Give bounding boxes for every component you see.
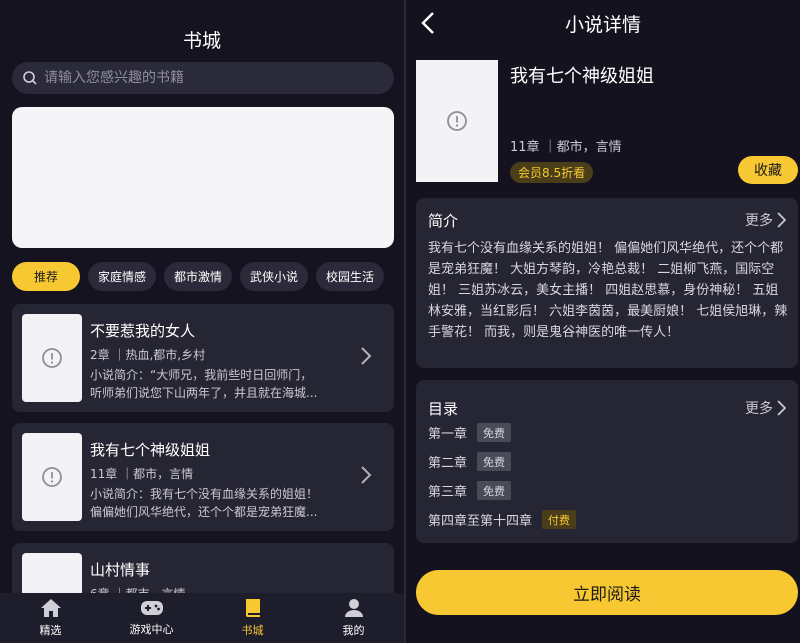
gamepad-icon xyxy=(140,601,163,615)
image-placeholder-icon xyxy=(42,348,62,368)
book-title: 我有七个神级姐姐 xyxy=(510,66,654,87)
tab-label: 游戏中心 xyxy=(129,623,174,636)
read-now-button[interactable]: 立即阅读 xyxy=(416,570,798,615)
chevron-right-icon xyxy=(361,466,372,484)
tab-mine[interactable]: 我的 xyxy=(303,593,404,643)
category-chip-campus[interactable]: 校园生活 xyxy=(316,262,384,291)
toc-more-link[interactable]: 更多 xyxy=(745,398,786,418)
intro-text: 我有七个没有血缘关系的姐姐！ 偏偏她们风华绝代，还个个都是宠弟狂魔！ 大姐方琴韵… xyxy=(428,241,788,340)
category-chip-urban[interactable]: 都市激情 xyxy=(164,262,232,291)
intro-more-link[interactable]: 更多 xyxy=(745,210,786,230)
page-title: 小说详情 xyxy=(564,14,641,36)
tab-featured[interactable]: 精选 xyxy=(0,593,101,643)
book-title: 不要惹我的女人 xyxy=(90,322,196,340)
book-detail-screen: 小说详情 我有七个神级姐姐 11章 ｜都市，言情 会员8.5折看 收藏 简介 更… xyxy=(406,0,800,643)
free-tag: 免费 xyxy=(477,481,512,500)
chevron-right-icon xyxy=(777,400,786,416)
tab-label: 我的 xyxy=(342,624,365,637)
book-description: 小说简介：我有七个没有血缘关系的姐姐！偏偏她们风华绝代，还个个都是宠弟狂魔... xyxy=(90,487,319,519)
book-meta: 11章 ｜都市，言情 xyxy=(510,140,622,155)
more-label: 更多 xyxy=(745,401,773,417)
free-tag: 免费 xyxy=(477,452,512,471)
book-cover xyxy=(22,314,82,402)
intro-card: 简介 更多 我有七个没有血缘关系的姐姐！ 偏偏她们风华绝代，还个个都是宠弟狂魔！… xyxy=(416,198,798,368)
intro-header: 简介 xyxy=(428,212,459,230)
book-description: 小说简介：“大师兄，我前些时日回师门，听师弟们说您下山两年了，并且就在海城... xyxy=(90,368,318,400)
image-placeholder-icon xyxy=(447,111,467,131)
tab-bookstore[interactable]: 书城 xyxy=(202,593,303,643)
search-input[interactable] xyxy=(44,70,364,86)
paid-tag: 付费 xyxy=(542,510,577,529)
book-cover xyxy=(22,433,82,521)
chapter-name: 第四章至第十四章 xyxy=(428,514,533,529)
category-chip-recommend[interactable]: 推荐 xyxy=(12,262,80,291)
user-icon xyxy=(344,599,363,617)
chapter-item[interactable]: 第一章 免费 xyxy=(428,423,512,442)
bottom-tab-bar: 精选 游戏中心 书城 我的 xyxy=(0,593,404,643)
book-meta: 11章 ｜都市，言情 xyxy=(90,467,194,481)
chevron-right-icon xyxy=(777,212,786,228)
category-chips: 推荐 家庭情感 都市激情 武侠小说 校园生活 xyxy=(12,262,384,291)
image-placeholder-icon xyxy=(42,467,62,487)
category-chip-family[interactable]: 家庭情感 xyxy=(88,262,156,291)
book-title: 我有七个神级姐姐 xyxy=(90,441,211,459)
banner-image[interactable] xyxy=(12,107,394,248)
book-cover xyxy=(416,60,498,182)
more-label: 更多 xyxy=(745,213,773,229)
home-icon xyxy=(40,599,61,617)
book-card[interactable]: 我有七个神级姐姐 11章 ｜都市，言情 小说简介：我有七个没有血缘关系的姐姐！偏… xyxy=(12,423,394,531)
search-bar[interactable] xyxy=(12,62,394,94)
chapter-name: 第三章 xyxy=(428,485,468,500)
chevron-right-icon xyxy=(361,347,372,365)
vip-discount-badge: 会员8.5折看 xyxy=(510,162,594,183)
toc-card: 目录 更多 第一章 免费 第二章 免费 第三章 免费 第四章至第十四章 付费 xyxy=(416,380,798,543)
book-icon xyxy=(245,599,260,617)
chapter-name: 第二章 xyxy=(428,456,468,471)
chapter-item[interactable]: 第四章至第十四章 付费 xyxy=(428,510,577,529)
free-tag: 免费 xyxy=(477,423,512,442)
toc-header: 目录 xyxy=(428,400,459,418)
chapter-name: 第一章 xyxy=(428,427,468,442)
chapter-item[interactable]: 第二章 免费 xyxy=(428,452,512,471)
tab-label: 精选 xyxy=(39,624,62,637)
search-icon xyxy=(23,71,37,85)
chapter-item[interactable]: 第三章 免费 xyxy=(428,481,512,500)
category-chip-wuxia[interactable]: 武侠小说 xyxy=(240,262,308,291)
book-meta: 2章 ｜热血,都市,乡村 xyxy=(90,348,206,362)
tab-label: 书城 xyxy=(241,624,264,637)
tab-game-center[interactable]: 游戏中心 xyxy=(101,593,202,643)
book-title: 山村情事 xyxy=(90,561,151,579)
bookstore-screen: 书城 推荐 家庭情感 都市激情 武侠小说 校园生活 不要惹我的女人 2章 ｜热血… xyxy=(0,0,404,643)
book-card[interactable]: 不要惹我的女人 2章 ｜热血,都市,乡村 小说简介：“大师兄，我前些时日回师门，… xyxy=(12,304,394,412)
page-title: 书城 xyxy=(182,30,221,52)
favorite-button[interactable]: 收藏 xyxy=(738,156,798,184)
